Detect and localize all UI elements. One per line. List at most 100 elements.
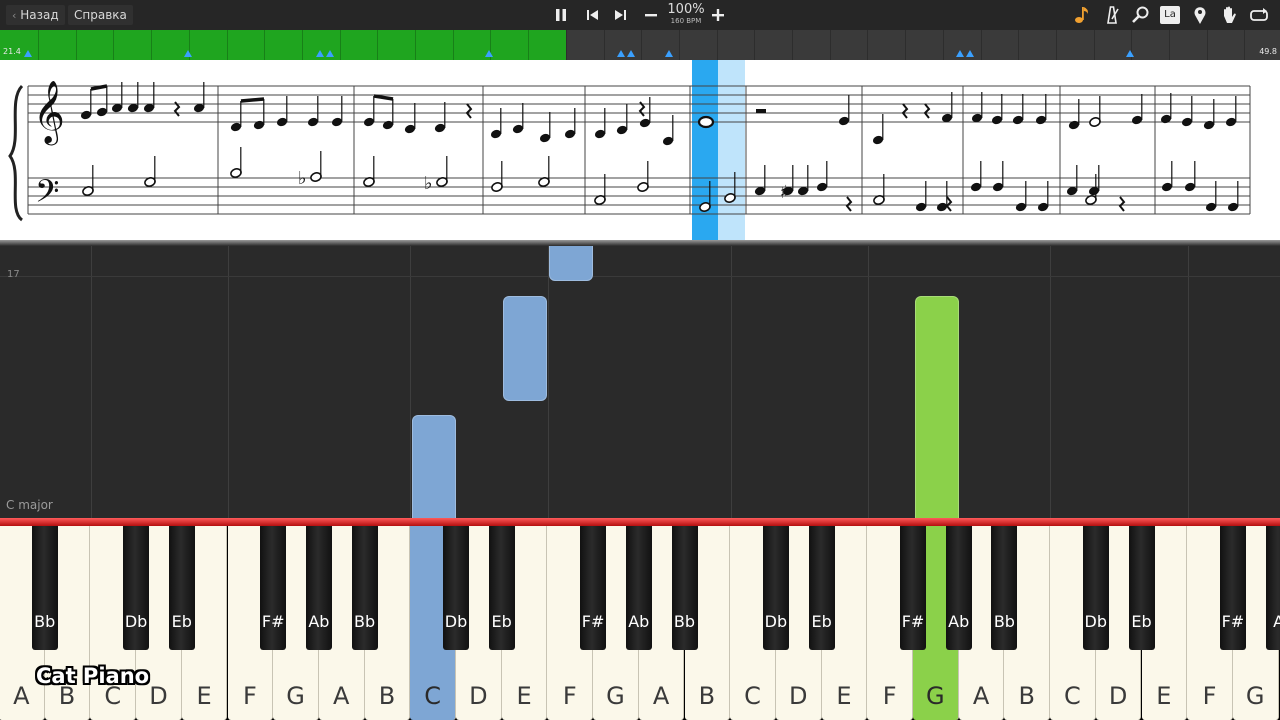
help-button[interactable]: Справка bbox=[68, 5, 133, 25]
key-label: E bbox=[836, 682, 852, 710]
synthesia-window: ‹ Назад Справка 100% 160 BPM La 21.4 49.… bbox=[0, 0, 1280, 720]
roll-guide-line bbox=[1188, 246, 1189, 518]
roll-guide-line bbox=[548, 246, 549, 518]
black-key-db[interactable]: Db bbox=[123, 526, 150, 650]
black-key-fsharp[interactable]: F# bbox=[1219, 526, 1246, 650]
key-label: G bbox=[286, 682, 305, 710]
black-key-fsharp[interactable]: F# bbox=[260, 526, 287, 650]
black-key-bb[interactable]: Bb bbox=[351, 526, 378, 650]
bookmark-marker[interactable] bbox=[665, 50, 673, 57]
loop-icon[interactable] bbox=[1248, 4, 1270, 26]
sheet-music[interactable]: 𝄞 𝄢 ♭ ♭ ♯ bbox=[0, 60, 1280, 240]
timeline-grid-line bbox=[453, 30, 454, 60]
bookmark-marker[interactable] bbox=[184, 50, 192, 57]
back-button[interactable]: ‹ Назад bbox=[6, 5, 65, 25]
half-rest bbox=[756, 109, 766, 113]
bookmark-marker[interactable] bbox=[316, 50, 324, 57]
black-key-ab[interactable]: Ab bbox=[305, 526, 332, 650]
timeline-progress bbox=[0, 30, 566, 60]
toolbar: ‹ Назад Справка 100% 160 BPM La bbox=[0, 0, 1280, 30]
black-key-db[interactable]: Db bbox=[443, 526, 469, 650]
black-key-eb[interactable]: Eb bbox=[1128, 526, 1155, 650]
pin-icon[interactable] bbox=[1189, 4, 1211, 26]
tempo-plus-icon[interactable] bbox=[707, 4, 729, 26]
timeline-grid-line bbox=[227, 30, 228, 60]
black-key-fsharp[interactable]: F# bbox=[900, 526, 926, 650]
timeline-grid-line bbox=[754, 30, 755, 60]
key-label: Db bbox=[124, 612, 148, 631]
timeline-grid-line bbox=[38, 30, 39, 60]
falling-notes-area: 17 C major bbox=[0, 246, 1280, 518]
piano-keyboard[interactable]: A B C D E F G A B C D E F G A B C D E F G A B C D E F G Bb Db Eb F# Ab Bb… bbox=[0, 526, 1280, 720]
key-label: Db bbox=[764, 612, 788, 631]
tempo-bpm: 160 BPM bbox=[670, 17, 702, 25]
bookmark-marker[interactable] bbox=[627, 50, 635, 57]
key-signature-label: C major bbox=[6, 498, 53, 512]
key-label: Bb bbox=[993, 612, 1015, 631]
skip-back-icon[interactable] bbox=[581, 4, 603, 26]
timeline-grid-line bbox=[415, 30, 416, 60]
timeline-grid-line bbox=[604, 30, 605, 60]
back-chevron-icon: ‹ bbox=[12, 9, 17, 22]
timeline-grid-line bbox=[113, 30, 114, 60]
falling-note-right-hand bbox=[915, 296, 959, 518]
key-label: D bbox=[469, 682, 488, 710]
bookmark-marker[interactable] bbox=[326, 50, 334, 57]
black-key-ab[interactable]: Ab bbox=[625, 526, 652, 650]
key-label: C bbox=[744, 682, 761, 710]
metronome-icon[interactable] bbox=[1101, 4, 1123, 26]
black-key-a[interactable]: A bbox=[1265, 526, 1280, 650]
key-label: Bb bbox=[354, 612, 376, 631]
song-timeline[interactable]: 21.4 49.8 bbox=[0, 30, 1280, 60]
roll-guide-line bbox=[410, 246, 411, 518]
score-staff: 𝄞 𝄢 ♭ ♭ ♯ bbox=[8, 60, 1251, 240]
black-key-bb[interactable]: Bb bbox=[31, 526, 58, 650]
timeline-start-label: 21.4 bbox=[3, 47, 21, 56]
pause-icon[interactable] bbox=[550, 4, 572, 26]
key-label: D bbox=[788, 682, 808, 710]
key-label: B bbox=[378, 682, 396, 710]
note-label-icon[interactable]: La bbox=[1159, 4, 1181, 26]
timeline-end-label: 49.8 bbox=[1259, 47, 1277, 56]
bookmark-marker[interactable] bbox=[1126, 50, 1134, 57]
bookmark-marker[interactable] bbox=[24, 50, 32, 57]
whole-note-head bbox=[697, 115, 715, 129]
tempo-minus-icon[interactable] bbox=[640, 4, 662, 26]
rest-symbol bbox=[1118, 196, 1126, 212]
key-label: F# bbox=[901, 612, 925, 631]
black-key-eb[interactable]: Eb bbox=[808, 526, 835, 650]
bookmark-marker[interactable] bbox=[617, 50, 625, 57]
note-beam bbox=[240, 97, 265, 103]
black-key-eb[interactable]: Eb bbox=[168, 526, 195, 650]
roll-guide-line bbox=[228, 246, 229, 518]
black-key-ab[interactable]: Ab bbox=[945, 526, 972, 650]
skip-forward-icon[interactable] bbox=[610, 4, 632, 26]
black-key-eb[interactable]: Eb bbox=[488, 526, 515, 650]
tempo-display: 100% 160 BPM bbox=[664, 3, 708, 26]
hand-icon[interactable] bbox=[1218, 4, 1240, 26]
key-label: Db bbox=[1084, 612, 1108, 631]
measure-number: 17 bbox=[7, 269, 20, 280]
note-icon[interactable] bbox=[1071, 4, 1093, 26]
key-label: Eb bbox=[811, 612, 832, 631]
black-key-bb[interactable]: Bb bbox=[991, 526, 1018, 650]
black-key-db[interactable]: Db bbox=[762, 526, 789, 650]
key-label: A bbox=[972, 682, 990, 710]
falling-note-left-hand bbox=[412, 415, 456, 518]
timeline-grid-line bbox=[943, 30, 944, 60]
rest-symbol bbox=[923, 103, 931, 119]
timeline-grid-line bbox=[830, 30, 831, 60]
black-key-db[interactable]: Db bbox=[1082, 526, 1109, 650]
black-key-fsharp[interactable]: F# bbox=[580, 526, 607, 650]
roll-guide-line bbox=[868, 246, 869, 518]
timeline-grid-line bbox=[981, 30, 982, 60]
search-icon[interactable] bbox=[1130, 4, 1152, 26]
key-label: F bbox=[882, 682, 897, 710]
bookmark-marker[interactable] bbox=[956, 50, 964, 57]
timeline-grid-line bbox=[76, 30, 77, 60]
bookmark-marker[interactable] bbox=[966, 50, 974, 57]
timeline-grid-line bbox=[717, 30, 718, 60]
key-label: F bbox=[1202, 682, 1217, 710]
bookmark-marker[interactable] bbox=[485, 50, 493, 57]
black-key-bb[interactable]: Bb bbox=[671, 526, 698, 650]
